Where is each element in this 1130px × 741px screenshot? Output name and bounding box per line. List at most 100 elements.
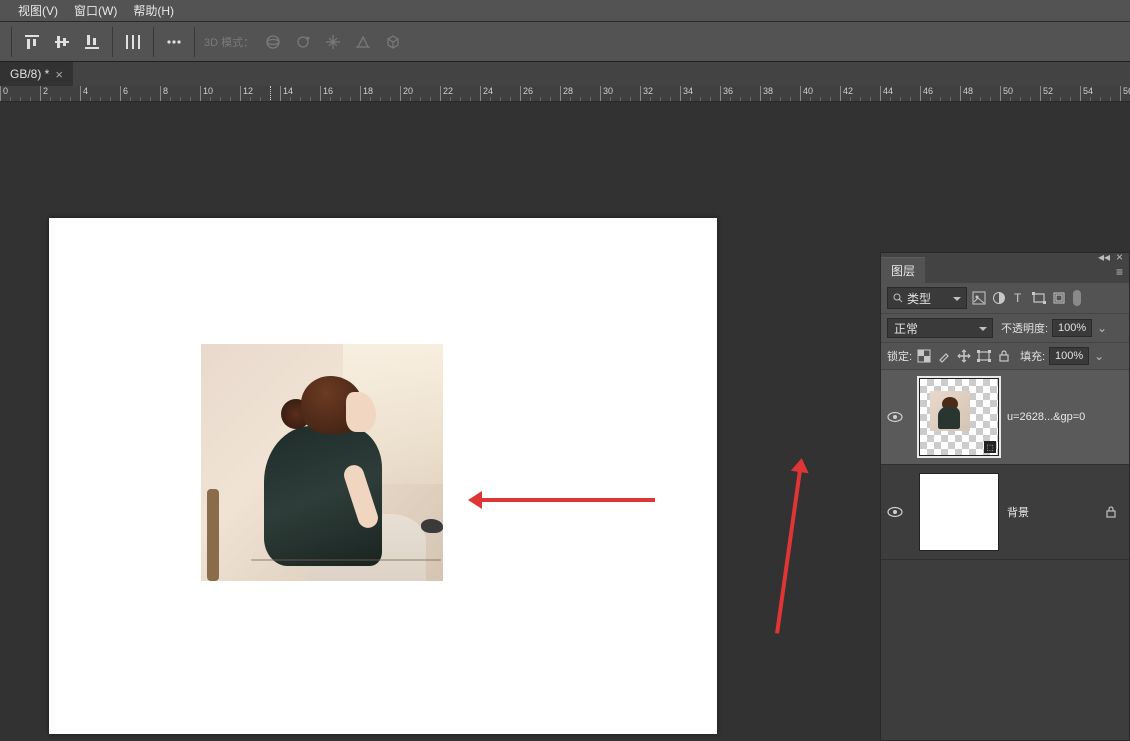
ruler-tick: 10 xyxy=(200,86,213,102)
ruler-tick: 28 xyxy=(560,86,573,102)
placed-image[interactable] xyxy=(201,344,443,581)
filter-shape-icon[interactable] xyxy=(1031,290,1047,306)
annotation-arrow-left xyxy=(480,498,655,502)
filter-toggle[interactable] xyxy=(1073,290,1081,306)
ruler-tick: 14 xyxy=(280,86,293,102)
ruler-position-marker xyxy=(270,86,271,102)
divider xyxy=(11,27,12,57)
ruler-tick: 50 xyxy=(1000,86,1013,102)
ruler-tick: 44 xyxy=(880,86,893,102)
layer-row[interactable]: 背景 xyxy=(881,465,1129,560)
divider xyxy=(153,27,154,57)
smart-object-badge-icon: ⬚ xyxy=(984,441,996,453)
fill-label: 填充: xyxy=(1020,348,1045,364)
filter-type-icon[interactable]: T xyxy=(1011,290,1027,306)
ruler-tick: 24 xyxy=(480,86,493,102)
distribute-icon[interactable] xyxy=(120,29,146,55)
menu-view[interactable]: 视图(V) xyxy=(10,2,66,19)
filter-adjust-icon[interactable] xyxy=(991,290,1007,306)
close-icon[interactable]: × xyxy=(55,68,63,81)
layer-filter-row: 类型 T xyxy=(881,283,1129,314)
menu-bar: 视图(V) 窗口(W) 帮助(H) xyxy=(0,0,1130,22)
ruler-tick: 16 xyxy=(320,86,333,102)
slide-icon[interactable] xyxy=(350,29,376,55)
roll-icon[interactable] xyxy=(290,29,316,55)
ruler-tick: 52 xyxy=(1040,86,1053,102)
chevron-down-icon[interactable]: ⌄ xyxy=(1093,349,1105,363)
align-top-icon[interactable] xyxy=(19,29,45,55)
ruler-tick: 30 xyxy=(600,86,613,102)
ruler-tick: 18 xyxy=(360,86,373,102)
mode3d-label: 3D 模式： xyxy=(204,34,254,50)
lock-fill-row: 锁定: 填充: 100% ⌄ xyxy=(881,343,1129,370)
panel-menu-icon[interactable]: ≡ xyxy=(1110,261,1129,283)
more-icon[interactable] xyxy=(161,29,187,55)
ruler-tick: 4 xyxy=(80,86,88,102)
ruler-tick: 26 xyxy=(520,86,533,102)
ruler-tick: 46 xyxy=(920,86,933,102)
lock-brush-icon[interactable] xyxy=(936,348,952,364)
layer-thumbnail[interactable] xyxy=(919,473,999,551)
layer-row[interactable]: ⬚ u=2628...&gp=0 xyxy=(881,370,1129,465)
orbit-icon[interactable] xyxy=(260,29,286,55)
filter-pixel-icon[interactable] xyxy=(971,290,987,306)
menu-window[interactable]: 窗口(W) xyxy=(66,2,125,19)
align-vcenter-icon[interactable] xyxy=(49,29,75,55)
lock-artboard-icon[interactable] xyxy=(976,348,992,364)
filter-type-label: 类型 xyxy=(907,290,931,307)
tab-layers[interactable]: 图层 xyxy=(881,257,925,283)
options-bar: 3D 模式： xyxy=(0,22,1130,62)
visibility-eye-icon[interactable] xyxy=(887,411,911,423)
layer-thumbnail[interactable]: ⬚ xyxy=(919,378,999,456)
ruler-tick: 56 xyxy=(1120,86,1130,102)
pan-icon[interactable] xyxy=(320,29,346,55)
lock-position-icon[interactable] xyxy=(956,348,972,364)
document-tab[interactable]: GB/8) * × xyxy=(0,62,73,86)
panel-tab-strip: 图层 ≡ xyxy=(881,261,1129,283)
lock-all-icon[interactable] xyxy=(996,348,1012,364)
visibility-eye-icon[interactable] xyxy=(887,506,911,518)
cube-icon[interactable] xyxy=(380,29,406,55)
ruler-tick: 2 xyxy=(40,86,48,102)
ruler-tick: 8 xyxy=(160,86,168,102)
ruler-horizontal[interactable]: 0246810121416182022242628303234363840424… xyxy=(0,86,1130,102)
annotation-arrow-up xyxy=(775,470,802,634)
document-tab-title: GB/8) * xyxy=(10,67,49,81)
ruler-tick: 42 xyxy=(840,86,853,102)
filter-smart-icon[interactable] xyxy=(1051,290,1067,306)
ruler-tick: 12 xyxy=(240,86,253,102)
layer-list: ⬚ u=2628...&gp=0 背景 xyxy=(881,370,1129,740)
collapse-icon[interactable]: ◂◂ xyxy=(1098,250,1110,264)
layer-name[interactable]: 背景 xyxy=(1007,504,1105,520)
image-content xyxy=(246,364,406,581)
ruler-tick: 6 xyxy=(120,86,128,102)
blend-mode-select[interactable]: 正常 xyxy=(887,318,993,338)
canvas[interactable] xyxy=(49,218,717,734)
layers-panel: ◂◂ × 图层 ≡ 类型 T 正常 不透明度: 100% ⌄ 锁定: 填充: 1… xyxy=(880,252,1130,741)
search-icon xyxy=(893,293,903,303)
align-bottom-icon[interactable] xyxy=(79,29,105,55)
image-content xyxy=(207,489,219,581)
divider xyxy=(194,27,195,57)
blend-opacity-row: 正常 不透明度: 100% ⌄ xyxy=(881,314,1129,343)
ruler-tick: 32 xyxy=(640,86,653,102)
ruler-tick: 22 xyxy=(440,86,453,102)
opacity-label: 不透明度: xyxy=(1001,320,1048,336)
image-content xyxy=(251,559,441,561)
opacity-input[interactable]: 100% xyxy=(1052,319,1092,337)
ruler-tick: 54 xyxy=(1080,86,1093,102)
blend-mode-value: 正常 xyxy=(894,320,918,337)
ruler-tick: 20 xyxy=(400,86,413,102)
lock-transparent-icon[interactable] xyxy=(916,348,932,364)
ruler-tick: 0 xyxy=(0,86,8,102)
layer-name[interactable]: u=2628...&gp=0 xyxy=(1007,411,1123,423)
filter-type-select[interactable]: 类型 xyxy=(887,287,967,309)
ruler-tick: 36 xyxy=(720,86,733,102)
document-tab-bar: GB/8) * × xyxy=(0,62,1130,86)
chevron-down-icon[interactable]: ⌄ xyxy=(1096,321,1108,335)
fill-input[interactable]: 100% xyxy=(1049,347,1089,365)
ruler-tick: 48 xyxy=(960,86,973,102)
ruler-tick: 40 xyxy=(800,86,813,102)
lock-icon[interactable] xyxy=(1105,505,1117,519)
menu-help[interactable]: 帮助(H) xyxy=(125,2,182,19)
